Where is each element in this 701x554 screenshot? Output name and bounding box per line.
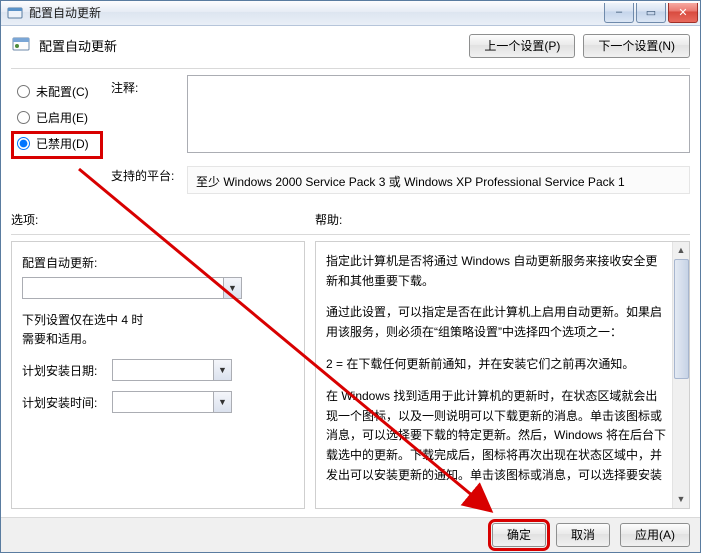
auto-update-label: 配置自动更新: — [22, 254, 294, 271]
options-note: 下列设置仅在选中 4 时 需要和适用。 — [22, 311, 294, 349]
options-heading: 选项: — [11, 211, 315, 228]
help-paragraph: 指定此计算机是否将通过 Windows 自动更新服务来接收安全更新和其他重要下载… — [326, 252, 667, 292]
titlebar: 配置自动更新 – ▭ ✕ — [1, 1, 700, 26]
help-heading: 帮助: — [315, 211, 690, 228]
scroll-thumb[interactable] — [674, 259, 689, 379]
install-day-row: 计划安装日期: ▼ — [22, 359, 294, 381]
right-column: 至少 Windows 2000 Service Pack 3 或 Windows… — [187, 75, 690, 197]
help-scrollbar[interactable]: ▲ ▼ — [672, 242, 689, 508]
options-note-line1: 下列设置仅在选中 4 时 — [22, 311, 294, 330]
comment-textarea[interactable] — [187, 75, 690, 153]
mid-label-column: 注释: 支持的平台: — [111, 75, 187, 197]
help-paragraph: 2 = 在下载任何更新前通知，并在安装它们之前再次通知。 — [326, 355, 667, 375]
install-day-label: 计划安装日期: — [22, 362, 112, 379]
radio-disabled-input[interactable] — [17, 137, 30, 150]
window-buttons: – ▭ ✕ — [604, 3, 698, 23]
install-day-dropdown[interactable]: ▼ — [112, 359, 232, 381]
radio-enabled-input[interactable] — [17, 111, 30, 124]
scroll-up-icon[interactable]: ▲ — [674, 242, 689, 259]
auto-update-dropdown[interactable]: ▼ — [22, 277, 242, 299]
header-row: 配置自动更新 上一个设置(P) 下一个设置(N) — [11, 32, 690, 66]
help-paragraph: 在 Windows 找到适用于此计算机的更新时，在状态区域就会出现一个图标，以及… — [326, 387, 667, 486]
config-row: 未配置(C) 已启用(E) 已禁用(D) 注释: 支持的平台: — [11, 75, 690, 197]
radio-not-configured[interactable]: 未配置(C) — [17, 79, 111, 105]
options-note-line2: 需要和适用。 — [22, 330, 294, 349]
close-button[interactable]: ✕ — [668, 3, 698, 23]
nav-buttons: 上一个设置(P) 下一个设置(N) — [469, 34, 690, 58]
ok-button[interactable]: 确定 — [492, 523, 546, 547]
footer: 确定 取消 应用(A) — [1, 517, 700, 552]
next-setting-button[interactable]: 下一个设置(N) — [583, 34, 690, 58]
section-labels: 选项: 帮助: — [11, 211, 690, 232]
divider-2 — [11, 234, 690, 235]
content-area: 配置自动更新 上一个设置(P) 下一个设置(N) 未配置(C) 已启用(E) — [1, 26, 700, 517]
help-panel: 指定此计算机是否将通过 Windows 自动更新服务来接收安全更新和其他重要下载… — [315, 241, 690, 509]
scroll-down-icon[interactable]: ▼ — [674, 491, 689, 508]
radio-disabled[interactable]: 已禁用(D) — [17, 131, 111, 157]
chevron-down-icon: ▼ — [223, 278, 241, 298]
page-title: 配置自动更新 — [39, 34, 117, 55]
chevron-down-icon: ▼ — [213, 360, 231, 380]
platform-value: 至少 Windows 2000 Service Pack 3 或 Windows… — [187, 166, 690, 194]
policy-icon — [11, 34, 31, 54]
radio-enabled-label: 已启用(E) — [36, 109, 88, 126]
radio-disabled-label: 已禁用(D) — [36, 135, 89, 152]
app-icon — [7, 5, 23, 21]
prev-setting-button[interactable]: 上一个设置(P) — [469, 34, 575, 58]
install-time-label: 计划安装时间: — [22, 394, 112, 411]
install-time-row: 计划安装时间: ▼ — [22, 391, 294, 413]
maximize-button[interactable]: ▭ — [636, 3, 666, 23]
help-paragraph: 通过此设置，可以指定是否在此计算机上启用自动更新。如果启用该服务，则必须在“组策… — [326, 303, 667, 343]
cancel-button[interactable]: 取消 — [556, 523, 610, 547]
platform-label: 支持的平台: — [111, 167, 187, 197]
radio-column: 未配置(C) 已启用(E) 已禁用(D) — [11, 75, 111, 197]
options-panel: 配置自动更新: ▼ 下列设置仅在选中 4 时 需要和适用。 计划安装日期: ▼ — [11, 241, 305, 509]
minimize-button[interactable]: – — [604, 3, 634, 23]
window-title: 配置自动更新 — [29, 4, 604, 21]
radio-enabled[interactable]: 已启用(E) — [17, 105, 111, 131]
radio-not-configured-label: 未配置(C) — [36, 83, 89, 100]
apply-button[interactable]: 应用(A) — [620, 523, 690, 547]
chevron-down-icon: ▼ — [213, 392, 231, 412]
install-time-dropdown[interactable]: ▼ — [112, 391, 232, 413]
divider — [11, 68, 690, 69]
radio-not-configured-input[interactable] — [17, 85, 30, 98]
comment-label: 注释: — [111, 79, 187, 109]
dialog-window: 配置自动更新 – ▭ ✕ 配置自动更新 上一个设置(P) 下一个设置(N) — [0, 0, 701, 553]
lower-row: 配置自动更新: ▼ 下列设置仅在选中 4 时 需要和适用。 计划安装日期: ▼ — [11, 241, 690, 509]
